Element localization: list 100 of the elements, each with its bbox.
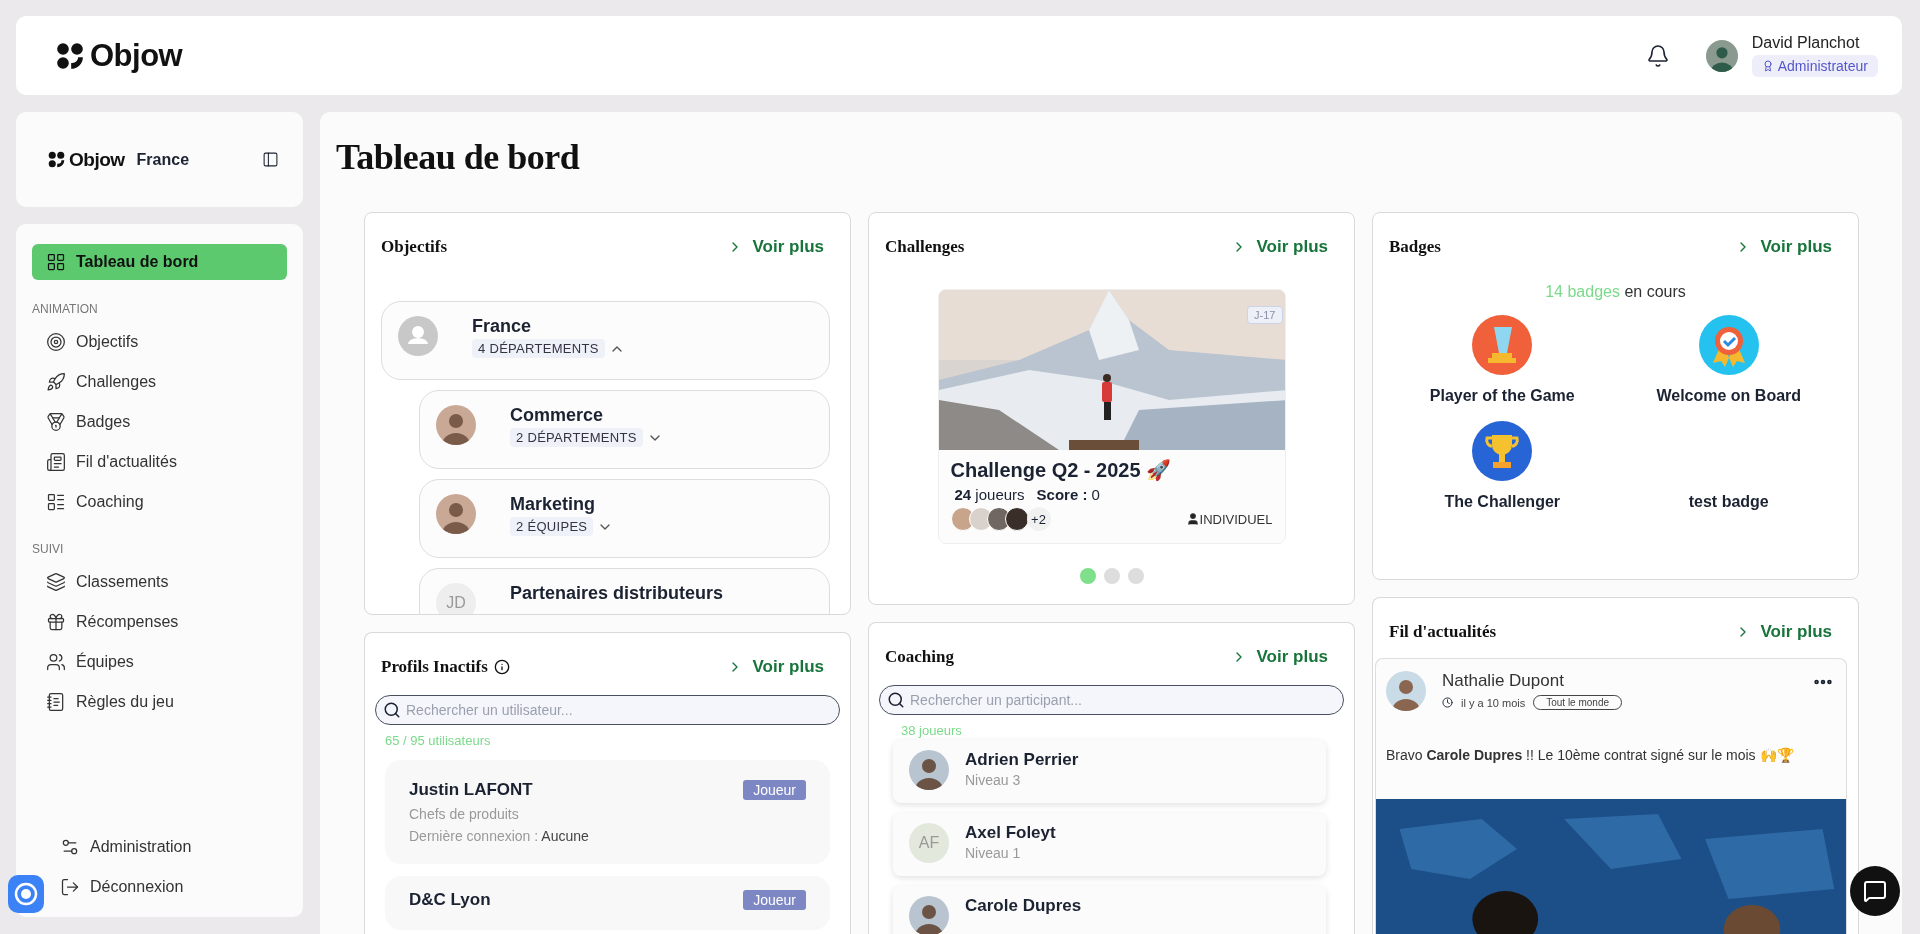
see-more-link[interactable]: Voir plus <box>1230 647 1328 667</box>
avatar <box>1386 671 1426 711</box>
notebook-icon <box>46 692 66 712</box>
avatar <box>436 405 476 445</box>
avatar: JD <box>436 583 476 614</box>
nav-item[interactable]: Challenges <box>32 364 287 400</box>
profile-name: D&C Lyon <box>409 890 491 910</box>
tree-node[interactable]: France 4 DÉPARTEMENTS <box>381 301 830 380</box>
settings-icon <box>60 837 80 857</box>
challenge-name: Challenge Q2 - 2025 🚀 <box>949 458 1173 482</box>
count-tag: 2 ÉQUIPES <box>510 517 594 536</box>
profile-team: Chefs de produits <box>409 806 520 822</box>
nav-item[interactable]: Administration <box>46 829 287 865</box>
info-icon <box>493 659 510 675</box>
profile-card[interactable]: Justin LAFONT Chefs de produits Dernière connexion : Aucune Joueur <box>385 760 830 864</box>
player-count: 24 joueurs <box>954 486 1025 503</box>
trophy-badge-icon <box>1472 315 1533 375</box>
challenge-card[interactable]: J-17 Challenge Q2 - 2025 🚀 24 joueurs Score : 0 +2 INDIVIDUEL <box>937 289 1286 544</box>
nav-item[interactable]: Équipes <box>32 644 287 680</box>
bell-icon[interactable] <box>1645 43 1670 68</box>
accessibility-button[interactable] <box>8 875 44 913</box>
participant-name: Adrien Perrier <box>965 750 1079 770</box>
nav-item[interactable]: Tableau de bord <box>32 244 287 280</box>
carousel-dot[interactable] <box>1127 568 1144 584</box>
tree-node[interactable]: JD Partenaires distributeurs <box>419 568 830 614</box>
badge-name: The Challenger <box>1444 493 1561 511</box>
node-name: Partenaires distributeurs <box>510 583 724 604</box>
user-icon <box>1185 512 1200 526</box>
card-title: Challenges <box>885 237 965 257</box>
nav-item[interactable]: Classements <box>32 564 287 600</box>
tree-node[interactable]: Marketing 2 ÉQUIPES <box>419 479 830 558</box>
card-title: Objectifs <box>381 237 448 257</box>
tree-node[interactable]: Commerce 2 DÉPARTEMENTS <box>419 390 830 469</box>
see-more-link[interactable]: Voir plus <box>1734 237 1832 257</box>
role-tag: Joueur <box>743 780 806 800</box>
target-icon <box>46 332 66 352</box>
gift-icon <box>46 612 66 632</box>
profile-card[interactable]: D&C Lyon Joueur <box>385 876 830 930</box>
user-count: 65 / 95 utilisateurs <box>385 733 492 748</box>
dashboard-icon <box>46 252 66 272</box>
carousel-dot[interactable] <box>1079 568 1096 584</box>
see-more-link[interactable]: Voir plus <box>1230 237 1328 257</box>
medal-icon <box>46 412 66 432</box>
trophy-icon <box>1472 421 1533 481</box>
card-title: Badges <box>1389 237 1441 257</box>
org-name: France <box>136 150 190 169</box>
sidebar-toggle-icon[interactable] <box>262 151 279 168</box>
ring-icon <box>14 882 38 906</box>
participant-row[interactable]: Carole Dupres <box>893 886 1326 934</box>
post-time: il y a 10 mois <box>1461 696 1526 709</box>
page-title: Tableau de bord <box>336 136 581 178</box>
carousel-dot[interactable] <box>1103 568 1120 584</box>
badge-summary: 14 badges en cours <box>1544 283 1687 301</box>
countdown-tag: J-17 <box>1247 306 1283 324</box>
participant-row[interactable]: Adrien Perrier Niveau 3 <box>893 740 1326 803</box>
role-tag: Joueur <box>743 890 806 910</box>
player-count: 38 joueurs <box>901 723 963 738</box>
avatar <box>398 316 438 356</box>
search-field[interactable]: Rechercher un participant... <box>879 685 1344 715</box>
role-tag: Administrateur <box>1751 55 1878 77</box>
avatar <box>909 750 949 790</box>
post-text: Bravo Carole Dupres !! Le 10ème contrat signé sur le mois 🙌🏆 <box>1385 746 1795 765</box>
clock-icon <box>1442 697 1453 708</box>
badge-name: Welcome on Board <box>1656 387 1802 405</box>
nav-item[interactable]: Déconnexion <box>46 869 287 905</box>
avatar <box>1705 39 1738 72</box>
nav-item[interactable]: Règles du jeu <box>32 684 287 720</box>
user-name: David Planchot <box>1751 34 1861 52</box>
nav-item[interactable]: Objectifs <box>32 324 287 360</box>
participant-row[interactable]: AF Axel Foleyt Niveau 1 <box>893 813 1326 876</box>
mode-label: INDIVIDUEL <box>1185 511 1273 527</box>
profile-name: Justin LAFONT <box>409 780 534 800</box>
card-title: Profils Inactifs <box>381 657 488 677</box>
login-label: Dernière connexion : <box>409 828 539 844</box>
score: Score : 0 <box>1036 486 1100 503</box>
author-name: Nathalie Dupont <box>1442 671 1565 691</box>
see-more-link[interactable]: Voir plus <box>726 237 824 257</box>
count-tag: 2 DÉPARTEMENTS <box>510 428 643 447</box>
nav-item[interactable]: Récompenses <box>32 604 287 640</box>
card-title: Fil d'actualités <box>1389 622 1497 642</box>
avatar <box>436 494 476 534</box>
login-value: Aucune <box>541 828 589 844</box>
see-more-link[interactable]: Voir plus <box>1734 622 1832 642</box>
award-icon <box>1761 60 1774 72</box>
section-title: SUIVI <box>32 542 65 556</box>
participant-level: Niveau 1 <box>965 845 1022 861</box>
search-field[interactable]: Rechercher un utilisateur... <box>375 695 840 725</box>
chat-icon <box>1863 879 1887 903</box>
participant-name: Axel Foleyt <box>965 823 1056 843</box>
nav-item[interactable]: Badges <box>32 404 287 440</box>
see-more-link[interactable]: Voir plus <box>726 657 824 677</box>
logo-icon <box>56 41 84 70</box>
section-title: ANIMATION <box>32 302 99 316</box>
nav-item[interactable]: Fil d'actualités <box>32 444 287 480</box>
logo-text: Objow <box>90 37 183 74</box>
logout-icon <box>60 877 80 897</box>
badge-name: Player of the Game <box>1429 387 1575 405</box>
logo-text: Objow <box>69 148 125 171</box>
badge-name: test badge <box>1688 493 1769 511</box>
nav-item[interactable]: Coaching <box>32 484 287 520</box>
